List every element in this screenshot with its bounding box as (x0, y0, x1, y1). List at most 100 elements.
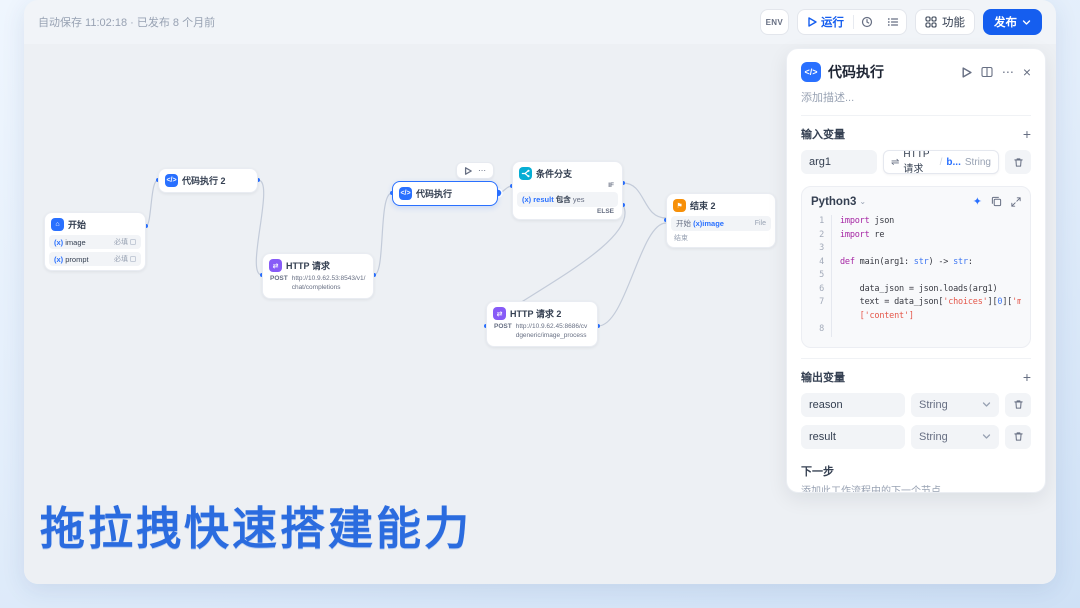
start-var-row: (x) image 必填 (49, 235, 141, 249)
divider (801, 358, 1031, 359)
page-background: 自动保存 11:02:18 · 已发布 8 个月前 ENV 运行 (0, 0, 1080, 608)
topbar: 自动保存 11:02:18 · 已发布 8 个月前 ENV 运行 (24, 0, 1056, 44)
chevron-down-icon (982, 400, 991, 409)
input-vars-title: 输入变量 (801, 126, 845, 142)
divider (801, 115, 1031, 116)
features-icon (925, 16, 937, 28)
node-title: HTTP 请求 2 (510, 307, 561, 320)
next-step-subtitle: 添加此工作流程中的下一个节点 (801, 482, 1031, 494)
var-name-input[interactable]: result (801, 425, 905, 449)
delete-var-button[interactable] (1005, 393, 1031, 417)
play-icon (807, 17, 817, 27)
node-code-selected[interactable]: </> 代码执行 (392, 181, 498, 206)
node-title: 开始 (68, 218, 86, 231)
language-selector[interactable]: Python3 (811, 196, 856, 208)
output-var-row: result String (801, 425, 1031, 449)
var-ref-icon: ⇌ (891, 157, 899, 168)
topbar-actions: ENV 运行 功能 (760, 9, 1042, 35)
run-node-button[interactable] (961, 67, 972, 78)
node-http-request-2[interactable]: ⇄ HTTP 请求 2 POST http://10.9.62.45:8686/… (486, 301, 598, 347)
node-end-2[interactable]: ⚑ 结束 2 开始 (x)image File 结束 (666, 193, 776, 248)
app-window: 自动保存 11:02:18 · 已发布 8 个月前 ENV 运行 (24, 0, 1056, 584)
publish-button[interactable]: 发布 (983, 9, 1042, 35)
node-condition[interactable]: 条件分支 IF (x) result 包含 yes ELSE (512, 161, 623, 220)
copy-icon (991, 196, 1002, 207)
http-icon: ⇄ (493, 307, 506, 320)
features-label: 功能 (942, 14, 965, 30)
end-output-row: 开始 (x)image File (671, 216, 771, 231)
node-http-request[interactable]: ⇄ HTTP 请求 POST http://10.9.62.53:8543/v1… (262, 253, 374, 299)
condition-row: (x) result 包含 yes (517, 192, 618, 207)
chevron-down-icon (982, 432, 991, 441)
more-button[interactable]: ⋯ (1002, 65, 1014, 79)
delete-var-button[interactable] (1005, 425, 1031, 449)
node-title: 代码执行 2 (182, 174, 226, 187)
hero-caption: 拖拉拽快速搭建能力 (40, 492, 472, 557)
branch-icon (519, 167, 532, 180)
var-name-input[interactable]: reason (801, 393, 905, 417)
input-var-row: arg1 ⇌ HTTP 请求 / b... String (801, 150, 1031, 174)
else-label: ELSE (517, 207, 618, 215)
add-output-var-button[interactable]: + (1023, 370, 1031, 384)
trash-icon (1013, 431, 1024, 442)
end-footer: 结束 (671, 231, 771, 243)
var-type-select[interactable]: String (911, 393, 999, 417)
code-icon: </> (399, 187, 412, 200)
close-button[interactable]: × (1023, 64, 1031, 80)
required-icon (130, 256, 136, 262)
code-icon: </> (165, 174, 178, 187)
required-icon (130, 239, 136, 245)
add-input-var-button[interactable]: + (1023, 127, 1031, 141)
panel-title: 代码执行 (828, 62, 954, 82)
clock-icon (861, 16, 873, 28)
features-button[interactable]: 功能 (915, 9, 975, 35)
code-icon: </> (801, 62, 821, 82)
checklist-button[interactable] (880, 10, 906, 34)
http-method: POST (494, 323, 512, 341)
http-url: http://10.9.62.53:8543/v1/chat/completio… (292, 275, 366, 293)
run-button-group: 运行 (797, 9, 907, 35)
delete-var-button[interactable] (1005, 150, 1031, 174)
ai-generate-icon[interactable]: ✦ (973, 195, 982, 208)
play-icon[interactable] (464, 167, 472, 175)
checklist-icon (887, 16, 899, 28)
var-name-input[interactable]: arg1 (801, 150, 877, 174)
http-method: POST (270, 275, 288, 293)
end-icon: ⚑ (673, 199, 686, 212)
more-icon[interactable]: ⋯ (478, 166, 486, 175)
autosave-status: 自动保存 11:02:18 · 已发布 8 个月前 (38, 14, 215, 30)
expand-icon (1011, 197, 1021, 207)
run-label: 运行 (821, 14, 844, 30)
env-button[interactable]: ENV (760, 9, 789, 35)
history-button[interactable] (854, 10, 880, 34)
node-title: 条件分支 (536, 167, 572, 180)
env-icon: ENV (766, 18, 783, 27)
node-title: 代码执行 (416, 187, 452, 200)
caret-icon: ⌄ (859, 197, 866, 206)
split-view-button[interactable] (981, 66, 993, 78)
node-start[interactable]: ⌂ 开始 (x) image 必填 (x) prompt 必填 (44, 212, 146, 271)
expand-button[interactable] (1011, 197, 1021, 207)
code-editor[interactable]: Python3⌄ ✦ 1import json2import re3 4def … (801, 186, 1031, 348)
node-title: HTTP 请求 (286, 259, 330, 272)
chevron-down-icon (1022, 18, 1031, 27)
next-step-title: 下一步 (801, 463, 1031, 479)
description-placeholder[interactable]: 添加描述... (801, 89, 1031, 105)
node-config-panel: </> 代码执行 ⋯ × 添加描述... 输入变量 + (786, 48, 1046, 493)
output-var-row: reason String (801, 393, 1031, 417)
run-button[interactable]: 运行 (798, 10, 853, 34)
node-hover-toolbar: ⋯ (456, 162, 494, 179)
var-type: File (755, 220, 766, 227)
http-url: http://10.9.62.45:8686/cvdgeneric/image_… (516, 323, 590, 341)
output-vars-title: 输出变量 (801, 369, 845, 385)
var-type-select[interactable]: String (911, 425, 999, 449)
copy-button[interactable] (991, 196, 1002, 207)
trash-icon (1013, 157, 1024, 168)
http-icon: ⇄ (269, 259, 282, 272)
start-icon: ⌂ (51, 218, 64, 231)
var-source-selector[interactable]: ⇌ HTTP 请求 / b... String (883, 150, 999, 174)
node-code-2[interactable]: </> 代码执行 2 (158, 168, 258, 193)
trash-icon (1013, 399, 1024, 410)
start-var-row: (x) prompt 必填 (49, 252, 141, 266)
code-lines[interactable]: 1import json2import re3 4def main(arg1: … (811, 215, 1021, 337)
